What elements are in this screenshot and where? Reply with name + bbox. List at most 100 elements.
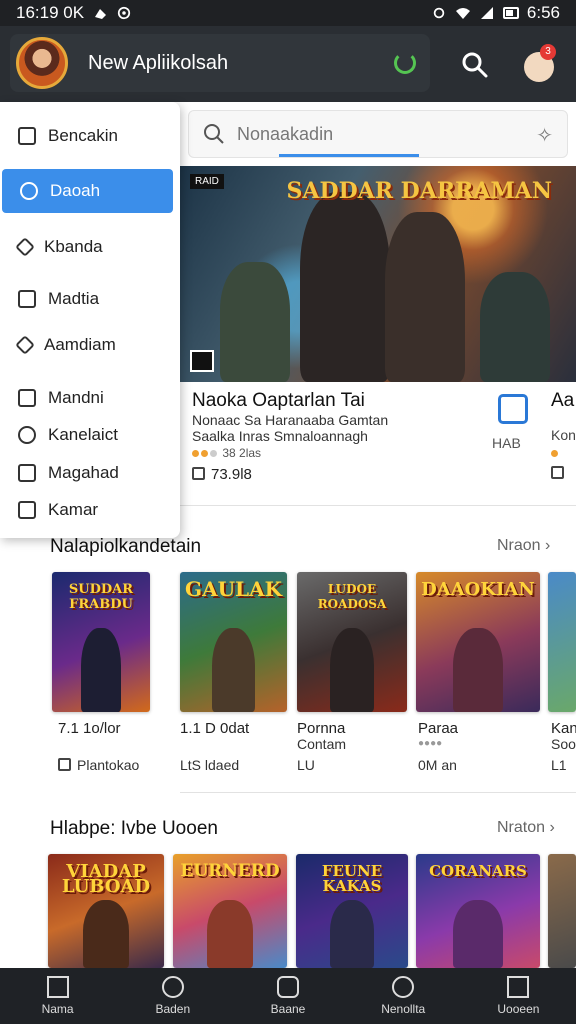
section-title: Hlabpe: Ivbe Uooen (50, 818, 218, 839)
chevron-right-icon: › (549, 819, 555, 836)
card-title[interactable]: 1.1 D 0dat (180, 720, 249, 737)
person-icon (161, 976, 184, 998)
peek-subtitle: Kon (551, 427, 576, 443)
drawer-item-active[interactable]: Daoah (2, 169, 173, 213)
card-character (453, 899, 503, 968)
card-art-title: EURNERD (180, 861, 280, 881)
card-meta: L1 (551, 757, 567, 773)
featured-badge: RAID (190, 174, 224, 189)
nav-explore[interactable]: Nenollta (346, 968, 461, 1024)
game-card[interactable] (548, 854, 576, 968)
sparkle-icon[interactable]: ✧ (536, 123, 553, 148)
search-icon (20, 182, 38, 200)
card-art-title: DAAOKIAN (421, 579, 535, 600)
share-label: HAB (492, 435, 521, 451)
chat-icon (277, 976, 299, 998)
diamond-icon (15, 237, 35, 257)
bottom-navigation: Nama Baden Baane Nenollta Uooeen (0, 968, 576, 1024)
featured-downloads: 73.9l8 (192, 466, 252, 483)
featured-rating: 38 2las (192, 446, 261, 460)
nav-label: Nenollta (381, 1002, 426, 1016)
drawer-item[interactable]: Kbanda (0, 225, 180, 269)
featured-logo: SADDAR DARRAMAN (286, 178, 552, 204)
game-card[interactable]: EURNERD (173, 854, 287, 968)
nav-label: Uooeen (497, 1002, 540, 1016)
notifications-button[interactable]: 3 (522, 44, 556, 82)
card-title[interactable]: Kan (551, 720, 576, 737)
section-more-text: Nraon (497, 537, 541, 554)
card-character (330, 628, 374, 712)
nav-label: Baden (155, 1002, 191, 1016)
divider (180, 792, 576, 793)
card-icon (18, 127, 36, 145)
account-switcher[interactable]: New Apliikolsah (10, 34, 430, 92)
checkbox-icon[interactable] (551, 466, 564, 479)
card-rating: ●●●● (418, 738, 443, 749)
peek-title[interactable]: Aa (551, 390, 574, 412)
card-title[interactable]: Pornna (297, 720, 345, 737)
peek-rating (551, 446, 558, 460)
section-more-link[interactable]: Nraton › (497, 819, 555, 837)
featured-banner[interactable]: RAID SADDAR DARRAMAN (180, 166, 576, 382)
search-icon[interactable] (460, 50, 488, 78)
search-bar[interactable]: Nonaakadin ✧ (188, 110, 568, 158)
featured-description: Nonaac Sa Haranaaba Gamtan Saalka Inras … (192, 412, 389, 444)
battery-icon (502, 7, 519, 19)
drawer-item-label: Kanelaict (48, 425, 118, 444)
drawer-item-label: Magahad (48, 463, 119, 482)
game-card[interactable]: LUDOE ROADOSA (297, 572, 407, 712)
checkbox-icon[interactable] (58, 758, 71, 771)
featured-downloads-text: 73.9l8 (211, 466, 252, 483)
card-subtitle: Plantokao (58, 757, 139, 773)
checkbox-icon[interactable] (192, 467, 205, 480)
game-card[interactable]: SUDDAR FRABDU (52, 572, 150, 712)
card-character (207, 899, 253, 968)
section-more-link[interactable]: Nraon › (497, 537, 550, 555)
hero-character-center (300, 192, 390, 382)
media-icon (190, 350, 214, 372)
search-input[interactable]: Nonaakadin (237, 124, 333, 145)
signal-icon (480, 7, 493, 19)
game-card[interactable] (548, 572, 576, 712)
app-bar: New Apliikolsah 3 (0, 26, 576, 102)
drawer-item[interactable]: Madtia (0, 277, 180, 321)
hero-character-far-right (480, 272, 550, 382)
share-icon[interactable] (498, 394, 528, 424)
card-title[interactable]: 7.1 1o/lor (58, 720, 121, 737)
card-subtitle: LtS ldaed (180, 757, 240, 773)
sync-icon[interactable] (394, 52, 416, 74)
at-icon (117, 6, 131, 20)
featured-title[interactable]: Naoka Oaptarlan Tai (192, 390, 365, 412)
drawer-item[interactable]: Kamar (0, 488, 180, 532)
game-card[interactable]: GAULAK (180, 572, 287, 712)
nav-chat[interactable]: Baane (230, 968, 345, 1024)
avatar[interactable] (16, 37, 68, 89)
drawer-item-label: Bencakin (48, 126, 118, 145)
card-art-title: SUDDAR FRABDU (68, 582, 134, 612)
drawer-item-label: Kbanda (44, 237, 103, 256)
drawer-item[interactable]: Bencakin (0, 114, 180, 158)
hero-character-right (385, 212, 465, 382)
game-card[interactable]: FEUNE KAKAS (296, 854, 408, 968)
chevron-right-icon: › (545, 537, 551, 554)
drawer-item[interactable]: Aamdiam (0, 323, 180, 367)
card-character (329, 899, 375, 968)
battery-text: 6:56 (526, 3, 560, 22)
card-art-title: FEUNE KAKAS (321, 862, 383, 895)
nav-profile[interactable]: Baden (115, 968, 230, 1024)
card-character (212, 628, 255, 712)
search-focus-underline (279, 154, 419, 157)
card-art-title: LUDOE ROADOSA (317, 582, 387, 611)
card-subtitle: Contam (297, 736, 347, 752)
game-card[interactable]: CORANARS (416, 854, 540, 968)
featured-rating-text: 38 2las (222, 446, 262, 460)
hero-character-left (220, 262, 290, 382)
game-card[interactable]: VIADAP LUBOAD (48, 854, 164, 968)
camera-icon (18, 501, 36, 519)
nav-inbox[interactable]: Uooeen (461, 968, 576, 1024)
card-character (82, 899, 130, 968)
nav-home[interactable]: Nama (0, 968, 115, 1024)
game-card[interactable]: DAAOKIAN (416, 572, 540, 712)
card-title[interactable]: Paraa (418, 720, 458, 737)
card-art-title: GAULAK (184, 577, 282, 601)
